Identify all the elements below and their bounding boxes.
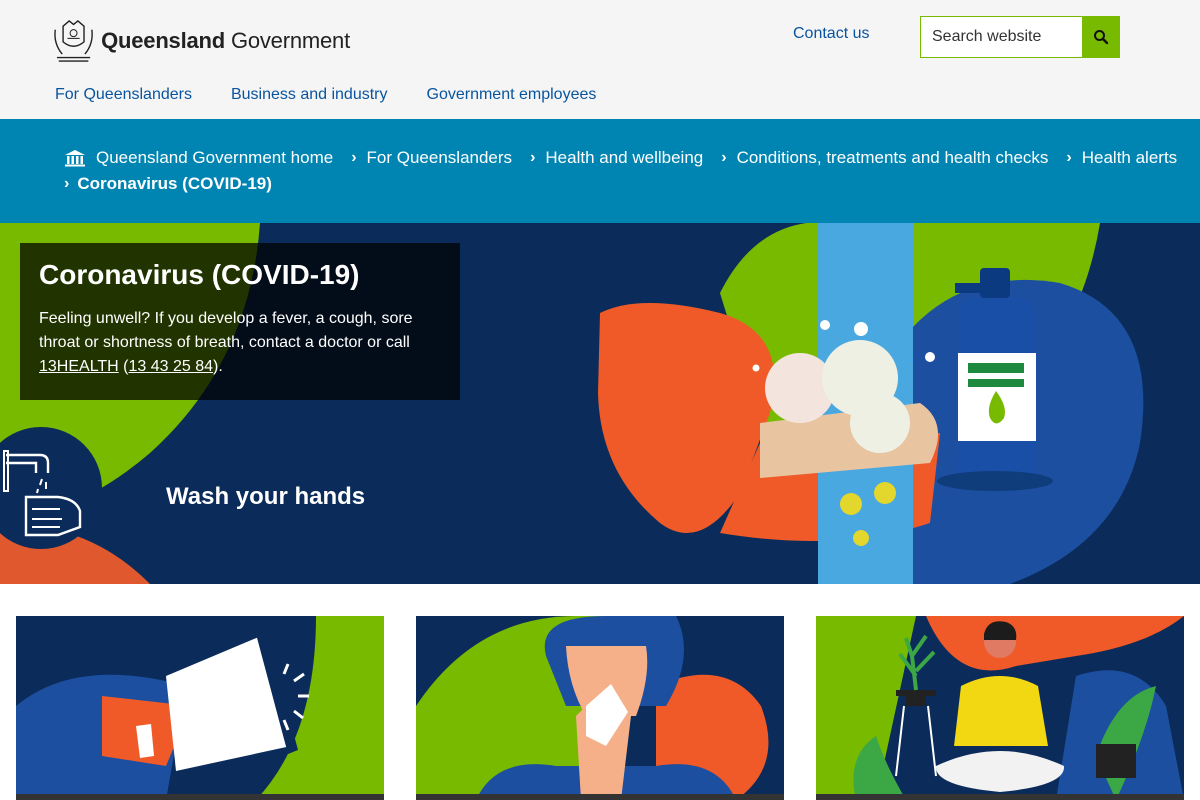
hero-title: Coronavirus (COVID-19) [39, 259, 360, 290]
chevron-right-icon: › [1066, 149, 1072, 166]
home-building-icon [65, 150, 85, 167]
breadcrumb-line: Queensland Government home › For Queensla… [64, 148, 1177, 168]
card-footer-bar [416, 794, 784, 800]
hero-description: Feeling unwell? If you develop a fever, … [39, 310, 413, 375]
breadcrumb-item-health-and-wellbeing[interactable]: › Health and wellbeing [530, 148, 703, 168]
meditating-person-illustration [816, 616, 1184, 800]
breadcrumb-item-conditions[interactable]: › Conditions, treatments and health check… [721, 148, 1048, 168]
contact-us-link[interactable]: Contact us [793, 25, 869, 43]
qld-government-logo[interactable]: Queensland Government [50, 14, 350, 68]
hero-banner: Coronavirus (COVID-19) Feeling unwell? I… [0, 223, 1200, 584]
search-input[interactable] [920, 16, 1082, 58]
search-icon [1094, 30, 1109, 45]
search-button[interactable] [1082, 16, 1120, 58]
sneezing-person-illustration [416, 616, 784, 800]
breadcrumb-item-home[interactable]: Queensland Government home [64, 148, 333, 168]
card-announcement[interactable] [16, 616, 384, 800]
13health-phone-link[interactable]: 13 43 25 84 [129, 358, 214, 375]
13health-link[interactable]: 13HEALTH [39, 358, 119, 375]
hero-info-box: Coronavirus (COVID-19) Feeling unwell? I… [20, 243, 460, 400]
nav-item-for-queenslanders[interactable]: For Queenslanders [55, 86, 192, 104]
feature-cards [0, 616, 1200, 800]
breadcrumb [0, 119, 1200, 223]
breadcrumb-current: › Coronavirus (COVID-19) [64, 174, 272, 193]
wash-hands-icon[interactable] [0, 427, 102, 549]
main-navigation: For Queenslanders Business and industry … [55, 86, 635, 104]
chevron-right-icon: › [64, 175, 70, 192]
chevron-right-icon: › [721, 149, 727, 166]
chevron-right-icon: › [351, 149, 357, 166]
breadcrumb-item-for-queenslanders[interactable]: › For Queenslanders [351, 148, 512, 168]
breadcrumb-line: › Coronavirus (COVID-19) [64, 174, 272, 194]
breadcrumb-item-health-alerts[interactable]: › Health alerts [1066, 148, 1177, 168]
tap-and-hands-icon [3, 450, 82, 537]
site-header: Queensland Government Contact us For Que… [0, 0, 1200, 119]
chevron-right-icon: › [530, 149, 536, 166]
nav-item-government-employees[interactable]: Government employees [427, 86, 597, 104]
logo-wordmark: Queensland Government [101, 28, 350, 53]
nav-item-business-and-industry[interactable]: Business and industry [231, 86, 388, 104]
card-sneeze[interactable] [416, 616, 784, 800]
card-footer-bar [816, 794, 1184, 800]
card-footer-bar [16, 794, 384, 800]
megaphone-illustration [16, 616, 384, 800]
site-search [920, 16, 1120, 58]
card-wellbeing[interactable] [816, 616, 1184, 800]
coat-of-arms-icon [54, 20, 93, 62]
slide-caption: Wash your hands [166, 483, 366, 510]
